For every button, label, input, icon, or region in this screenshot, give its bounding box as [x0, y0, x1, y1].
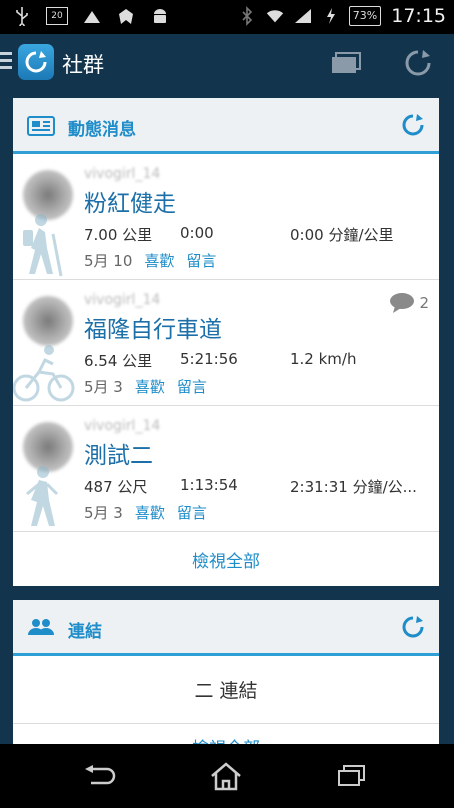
upload-icon	[82, 6, 102, 26]
username: vivogirl_14	[84, 166, 161, 182]
connections-refresh-icon[interactable]	[401, 615, 425, 643]
charging-icon	[321, 6, 341, 26]
speech-bubble-icon	[390, 293, 415, 313]
view-all-button[interactable]: 檢視全部	[13, 532, 439, 586]
connections-view-all-button[interactable]: 檢視全部	[13, 724, 439, 744]
battery-icon: 73%	[348, 6, 382, 26]
duration: 5:21:56	[180, 350, 238, 368]
recent-apps-icon[interactable]	[332, 760, 372, 792]
windows-icon[interactable]	[328, 46, 364, 80]
feed-item[interactable]: vivogirl_14 測試二 487 公尺 1:13:54 2:31:31 分…	[13, 406, 439, 532]
like-link[interactable]: 喜歡	[135, 378, 165, 396]
comment-link[interactable]: 留言	[186, 252, 216, 270]
comment-link[interactable]: 留言	[177, 504, 207, 522]
back-icon[interactable]	[80, 760, 120, 792]
distance: 487 公尺	[84, 478, 148, 496]
signal-icon	[293, 6, 313, 26]
comment-count-badge[interactable]: 2	[389, 292, 429, 314]
distance: 6.54 公里	[84, 352, 153, 370]
date: 5月 3	[84, 378, 123, 396]
connections-title: 連結	[68, 622, 102, 642]
news-feed-title: 動態消息	[68, 120, 136, 140]
like-link[interactable]: 喜歡	[144, 252, 174, 270]
duration: 0:00	[180, 224, 214, 242]
android-icon	[150, 6, 170, 26]
like-link[interactable]: 喜歡	[135, 504, 165, 522]
hiking-icon	[17, 212, 69, 279]
action-bar: 社群	[0, 34, 454, 92]
calendar-badge-text: 20	[51, 11, 63, 21]
newspaper-icon	[27, 116, 55, 140]
news-refresh-icon[interactable]	[401, 113, 425, 141]
wifi-icon	[265, 6, 285, 26]
feed-item[interactable]: vivogirl_14 2 福隆自行車道 6.54 公里 5:21:56 1.2…	[13, 280, 439, 406]
news-feed-header: 動態消息	[13, 98, 439, 154]
comment-link[interactable]: 留言	[177, 378, 207, 396]
navigation-bar	[0, 744, 454, 808]
feed-item[interactable]: vivogirl_14 粉紅健走 7.00 公里 0:00 0:00 分鐘/公里…	[13, 154, 439, 280]
activity-title[interactable]: 福隆自行車道	[84, 310, 222, 344]
comment-count: 2	[419, 294, 429, 312]
activity-title[interactable]: 測試二	[84, 436, 153, 470]
avatar[interactable]	[23, 296, 73, 346]
page-title: 社群	[62, 53, 104, 77]
activity-stats: 6.54 公里 5:21:56 1.2 km/h	[84, 350, 434, 370]
cycling-icon	[13, 344, 75, 405]
pace: 0:00 分鐘/公里	[290, 226, 394, 244]
date: 5月 3	[84, 504, 123, 522]
username: vivogirl_14	[84, 418, 161, 434]
bluetooth-icon	[237, 6, 257, 26]
refresh-icon[interactable]	[400, 46, 436, 80]
connections-header: 連結	[13, 600, 439, 656]
activity-stats: 7.00 公里 0:00 0:00 分鐘/公里	[84, 224, 434, 244]
calendar-icon: 20	[46, 7, 68, 25]
people-icon	[27, 617, 55, 641]
menu-icon[interactable]	[0, 52, 12, 74]
username: vivogirl_14	[84, 292, 161, 308]
home-icon[interactable]	[206, 760, 246, 792]
activity-meta: 5月 3 喜歡 留言	[84, 502, 207, 523]
pace: 1.2 km/h	[290, 350, 357, 368]
duration: 1:13:54	[180, 476, 238, 494]
pace: 2:31:31 分鐘/公...	[290, 478, 417, 496]
activity-meta: 5月 10 喜歡 留言	[84, 250, 216, 271]
connections-count[interactable]: 二 連結	[13, 656, 439, 724]
usb-icon	[12, 6, 32, 26]
news-feed-card: 動態消息 vivogirl_14 粉紅健走 7.00 公里 0:00 0:00 …	[13, 98, 439, 586]
distance: 7.00 公里	[84, 226, 153, 244]
activity-title[interactable]: 粉紅健走	[84, 184, 176, 218]
status-bar: 20 73% 17:15	[0, 0, 454, 34]
date: 5月 10	[84, 252, 133, 270]
app-logo-icon[interactable]	[18, 44, 54, 80]
battery-level: 73%	[352, 9, 378, 22]
activity-meta: 5月 3 喜歡 留言	[84, 376, 207, 397]
walking-icon	[17, 464, 69, 531]
connections-card: 連結 二 連結 檢視全部	[13, 600, 439, 744]
clock: 17:15	[391, 5, 446, 27]
activity-stats: 487 公尺 1:13:54 2:31:31 分鐘/公...	[84, 476, 434, 496]
bug-icon	[116, 6, 136, 26]
